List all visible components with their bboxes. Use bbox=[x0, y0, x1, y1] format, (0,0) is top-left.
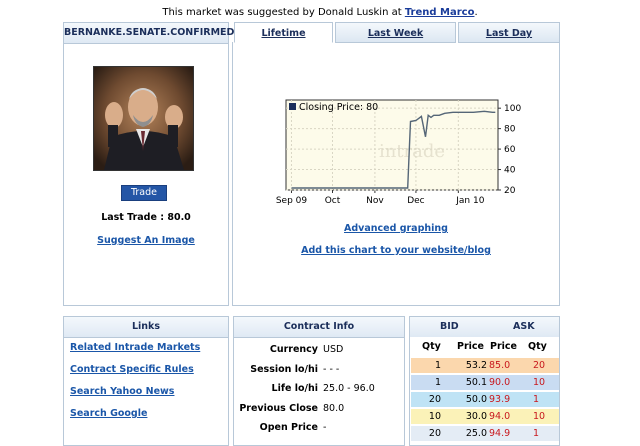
y-tick-label: 60 bbox=[504, 145, 516, 155]
links-panel: Links bbox=[63, 316, 229, 446]
tab-last-day[interactable]: Last Day bbox=[458, 22, 560, 43]
contract-info-row: Life lo/hi 25.0 - 96.0 bbox=[234, 379, 404, 398]
orderbook-panel: BID ASK Qty Price Price Qty 1 53.2 85.0 20 1… bbox=[409, 316, 560, 446]
ask-price: 85.0 bbox=[489, 360, 511, 371]
trend-marco-link[interactable]: Trend Marco bbox=[405, 7, 475, 18]
ask-label: ASK bbox=[513, 321, 535, 332]
col-bid-qty: Qty bbox=[422, 341, 441, 352]
contract-info-value: 80.0 bbox=[323, 402, 345, 414]
legend-label: Closing Price: 80 bbox=[299, 102, 378, 113]
contract-info-row: Previous Close 80.0 bbox=[234, 399, 404, 418]
google-link[interactable]: Search Google bbox=[70, 408, 147, 419]
bid-price: 50.1 bbox=[465, 377, 487, 388]
bid-price: 25.0 bbox=[465, 428, 487, 439]
links-title: Links bbox=[64, 317, 228, 338]
x-tick-label: Dec bbox=[407, 196, 424, 206]
contract-info-label: Currency bbox=[269, 344, 318, 355]
ask-price: 90.0 bbox=[489, 377, 511, 388]
legend-swatch bbox=[289, 103, 296, 110]
orderbook-header: BID ASK bbox=[410, 317, 559, 337]
y-tick-label: 40 bbox=[504, 166, 516, 176]
yahoo-news-link[interactable]: Search Yahoo News bbox=[70, 386, 174, 397]
bid-price: 30.0 bbox=[465, 411, 487, 422]
bid-qty: 10 bbox=[428, 411, 441, 422]
contract-info-label: Previous Close bbox=[239, 402, 318, 414]
contract-info-row: Session lo/hi - - - bbox=[234, 360, 404, 379]
y-tick-label: 100 bbox=[504, 104, 521, 114]
watermark: intrade bbox=[379, 141, 445, 162]
contract-info-value: - - - bbox=[323, 363, 340, 375]
x-tick-label: Oct bbox=[325, 196, 341, 206]
bid-qty: 20 bbox=[428, 394, 441, 405]
tab-last-week[interactable]: Last Week bbox=[335, 22, 456, 43]
bid-qty: 1 bbox=[434, 360, 441, 371]
price-chart: intrade Sep 09 Oct Nov Dec Jan 10 20 40 60 80 100 C… bbox=[276, 99, 521, 206]
orderbook-row[interactable]: 20 25.0 94.9 1 bbox=[411, 426, 559, 441]
col-bid-price: Price bbox=[457, 341, 484, 352]
market-title: BERNANKE.SENATE.CONFIRMED bbox=[64, 23, 234, 44]
col-ask-qty: Qty bbox=[528, 341, 547, 352]
suggestion-note: This market was suggested by Donald Lusk… bbox=[0, 7, 640, 18]
orderbook-row[interactable]: 1 50.1 90.0 10 bbox=[411, 375, 559, 390]
x-tick-label: Jan 10 bbox=[455, 196, 484, 206]
contract-info-label: Session lo/hi bbox=[250, 363, 318, 375]
bid-qty: 1 bbox=[434, 377, 441, 388]
related-markets-link[interactable]: Related Intrade Markets bbox=[70, 342, 200, 353]
x-tick-label: Sep 09 bbox=[276, 196, 307, 206]
market-photo bbox=[93, 66, 194, 171]
y-tick-label: 80 bbox=[504, 125, 516, 135]
orderbook-row[interactable]: 1 53.2 85.0 20 bbox=[411, 358, 559, 373]
suggestion-text: This market was suggested by Donald Lusk… bbox=[162, 7, 402, 18]
suggest-image-link[interactable]: Suggest An Image bbox=[63, 235, 229, 246]
contract-info-value: USD bbox=[323, 344, 344, 355]
trade-button[interactable]: Trade bbox=[121, 185, 167, 201]
bid-price: 53.2 bbox=[465, 360, 487, 371]
contract-info-panel: Contract Info Currency USD Session lo/hi - … bbox=[233, 316, 405, 446]
advanced-graphing-link[interactable]: Advanced graphing bbox=[232, 223, 560, 234]
bid-label: BID bbox=[440, 321, 459, 332]
embed-chart-link[interactable]: Add this chart to your website/blog bbox=[232, 245, 560, 256]
ask-qty: 1 bbox=[533, 394, 540, 405]
orderbook-row[interactable]: 20 50.0 93.9 1 bbox=[411, 392, 559, 407]
x-tick-label: Nov bbox=[366, 196, 384, 206]
contract-info-row: Currency USD bbox=[234, 340, 404, 359]
orderbook-row[interactable]: 10 30.0 94.0 10 bbox=[411, 409, 559, 424]
ask-qty: 10 bbox=[533, 411, 546, 422]
ask-qty: 20 bbox=[533, 360, 546, 371]
contract-info-title: Contract Info bbox=[234, 317, 404, 338]
y-tick-label: 20 bbox=[504, 186, 516, 196]
bid-qty: 20 bbox=[428, 428, 441, 439]
suggestion-suffix: . bbox=[474, 7, 478, 18]
ask-price: 94.9 bbox=[489, 428, 511, 439]
ask-qty: 1 bbox=[533, 428, 540, 439]
bid-price: 50.0 bbox=[465, 394, 487, 405]
col-ask-price: Price bbox=[490, 341, 517, 352]
contract-info-label: Life lo/hi bbox=[271, 383, 318, 394]
ask-price: 93.9 bbox=[489, 394, 511, 405]
ask-price: 94.0 bbox=[489, 411, 511, 422]
last-trade: Last Trade : 80.0 bbox=[101, 212, 191, 223]
contract-info-value: 25.0 - 96.0 bbox=[323, 383, 375, 394]
tab-lifetime[interactable]: Lifetime bbox=[234, 22, 333, 43]
contract-rules-link[interactable]: Contract Specific Rules bbox=[70, 364, 194, 375]
ask-qty: 10 bbox=[533, 377, 546, 388]
orderbook-columns: Qty Price Price Qty bbox=[410, 341, 559, 357]
